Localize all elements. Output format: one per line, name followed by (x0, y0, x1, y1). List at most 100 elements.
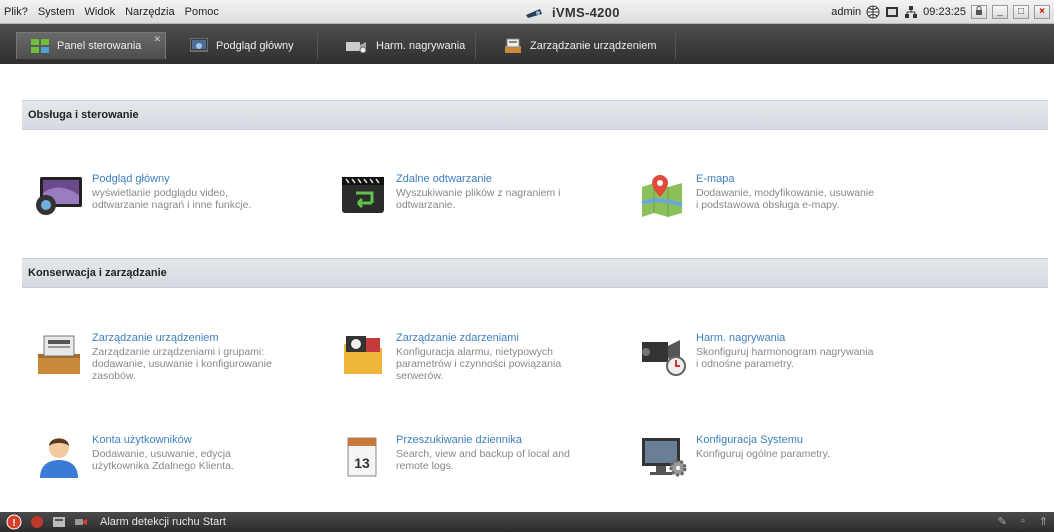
tab-device-management[interactable]: Zarządzanie urządzeniem (490, 32, 676, 59)
screen-icon[interactable] (885, 5, 899, 19)
alarm-sound-icon[interactable] (30, 515, 44, 529)
item-desc-line: Skonfiguruj harmonogram nagrywania (696, 346, 874, 358)
item-desc-line: Search, view and backup of local and (396, 448, 570, 460)
tab-label: Podgląd główny (216, 39, 294, 52)
motion-detection-icon (75, 519, 87, 525)
close-button[interactable]: × (1034, 5, 1050, 19)
item-device-management[interactable]: Zarządzanie urządzeniem Zarządzanie urzą… (34, 332, 314, 382)
monitor-camera-icon (36, 177, 82, 215)
pin-icon[interactable]: ✎ (998, 515, 1007, 528)
playback-icon (342, 177, 384, 213)
tab-label: Zarządzanie urządzeniem (530, 39, 657, 52)
item-text: Konfiguracja Systemu Konfiguruj ogólne p… (696, 434, 830, 478)
username: admin (831, 6, 862, 18)
app-title-area: iVMS-4200 (524, 0, 620, 24)
section-header-operation: Obsługa i sterowanie (22, 100, 1048, 130)
item-text: Podgląd główny wyświetlanie podglądu vid… (92, 173, 251, 217)
network-icon[interactable] (904, 5, 918, 19)
item-text: Przeszukiwanie dziennika Search, view an… (396, 434, 570, 478)
clock: 09:23:25 (923, 6, 966, 18)
alarm-list-icon[interactable] (52, 515, 66, 529)
tab-label: Harm. nagrywania (376, 39, 466, 52)
item-e-map[interactable]: E-mapa Dodawanie, modyfikowanie, usuwani… (638, 173, 918, 217)
item-title[interactable]: Harm. nagrywania (696, 332, 873, 344)
menu-help[interactable]: Pomoc (185, 6, 219, 18)
event-folder-icon (344, 336, 382, 374)
item-desc-line: wyświetlanie podglądu video, (92, 187, 229, 199)
top-right-controls: admin 09:23:25 _ □ × (831, 0, 1050, 24)
item-desc-line: użytkownika Zdalnego Klienta. (92, 460, 234, 472)
item-title[interactable]: Konfiguracja Systemu (696, 434, 830, 446)
device-management-icon (505, 38, 521, 53)
item-system-config[interactable]: Konfiguracja Systemu Konfiguruj ogólne p… (638, 434, 918, 478)
menu-system[interactable]: System (38, 6, 75, 18)
window-icon[interactable]: ▫ (1021, 515, 1025, 528)
close-tab-icon[interactable]: ✕ (153, 34, 161, 45)
item-text: Zarządzanie zdarzeniami Konfiguracja ala… (396, 332, 561, 382)
calendar-log-icon: 13 (347, 437, 377, 477)
maximize-button[interactable]: □ (1013, 5, 1029, 19)
app-title: iVMS-4200 (552, 4, 620, 20)
item-title[interactable]: Konta użytkowników (92, 434, 234, 446)
item-log-search[interactable]: 13 Przeszukiwanie dziennika Search, view… (338, 434, 618, 478)
section-header-maintenance: Konserwacja i zarządzanie (22, 258, 1048, 288)
tab-bar: Panel sterowania ✕ Podgląd główny Harm. … (0, 24, 1054, 64)
item-text: Konta użytkowników Dodawanie, usuwanie, … (92, 434, 234, 478)
status-message: Alarm detekcji ruchu Start (100, 516, 226, 528)
tab-control-panel[interactable]: Panel sterowania ✕ (16, 32, 166, 59)
alarm-warning-icon[interactable]: ! (6, 514, 22, 530)
item-user-accounts[interactable]: Konta użytkowników Dodawanie, usuwanie, … (34, 434, 314, 478)
item-title[interactable]: E-mapa (696, 173, 874, 185)
item-desc-line: Konfiguruj ogólne parametry. (696, 448, 831, 460)
item-record-schedule[interactable]: Harm. nagrywania Skonfiguruj harmonogram… (638, 332, 918, 376)
status-bar: ! Alarm detekcji ruchu Start ✎ ▫ ⇑ (0, 512, 1054, 532)
item-desc-line: remote logs. (396, 460, 454, 472)
record-schedule-icon (346, 41, 367, 53)
item-desc-line: i podstawowa obsługa e-mapy. (696, 199, 840, 211)
item-title[interactable]: Zarządzanie zdarzeniami (396, 332, 561, 344)
calendar-day: 13 (354, 455, 370, 471)
globe-icon[interactable] (866, 5, 880, 19)
main-menu: Plik? System Widok Narzędzia Pomoc (4, 0, 229, 24)
menu-file[interactable]: Plik? (4, 6, 28, 18)
item-live-view[interactable]: Podgląd główny wyświetlanie podglądu vid… (34, 173, 314, 217)
device-box-icon (38, 335, 80, 374)
item-text: Harm. nagrywania Skonfiguruj harmonogram… (696, 332, 873, 376)
item-text: Zdalne odtwarzanie Wyszukiwanie plików z… (396, 173, 560, 217)
item-remote-playback[interactable]: Zdalne odtwarzanie Wyszukiwanie plików z… (338, 173, 618, 217)
item-text: Zarządzanie urządzeniem Zarządzanie urzą… (92, 332, 272, 382)
item-title[interactable]: Zdalne odtwarzanie (396, 173, 560, 185)
menu-view[interactable]: Widok (85, 6, 116, 18)
item-desc-line: Konfiguracja alarmu, nietypowych (396, 346, 553, 358)
expand-icon[interactable]: ⇑ (1039, 515, 1048, 528)
menu-tools[interactable]: Narzędzia (125, 6, 175, 18)
lock-button[interactable] (971, 5, 987, 19)
tab-live-view[interactable]: Podgląd główny (176, 32, 318, 59)
item-desc-line: zasobów. (92, 370, 136, 382)
user-icon (40, 438, 78, 478)
live-view-icon (190, 37, 208, 51)
item-title[interactable]: Podgląd główny (92, 173, 251, 185)
item-desc-line: Zarządzanie urządzeniami i grupami: (92, 346, 265, 358)
dashboard-icon (31, 39, 49, 53)
svg-text:!: ! (12, 518, 15, 529)
item-desc-line: Wyszukiwanie plików z nagraniem i (396, 187, 561, 199)
system-config-icon (642, 438, 687, 477)
item-event-management[interactable]: Zarządzanie zdarzeniami Konfiguracja ala… (338, 332, 618, 382)
video-camera-clock-icon (642, 340, 686, 376)
minimize-button[interactable]: _ (992, 5, 1008, 19)
lock-icon (976, 6, 982, 15)
item-title[interactable]: Przeszukiwanie dziennika (396, 434, 570, 446)
item-desc-line: dodawanie, usuwanie i konfigurowanie (92, 358, 272, 370)
app-logo-icon (526, 9, 542, 18)
item-desc-line: i odnośne parametry. (696, 358, 794, 370)
item-desc-line: Dodawanie, modyfikowanie, usuwanie (696, 187, 875, 199)
tab-record-schedule[interactable]: Harm. nagrywania (332, 32, 476, 59)
item-desc-line: Dodawanie, usuwanie, edycja (92, 448, 231, 460)
map-icon (641, 175, 683, 217)
item-desc-line: odtwarzanie. (396, 199, 456, 211)
menu-bar: Plik? System Widok Narzędzia Pomoc iVMS-… (0, 0, 1054, 24)
item-title[interactable]: Zarządzanie urządzeniem (92, 332, 272, 344)
control-panel-content: Obsługa i sterowanie Podgląd główny wyśw… (8, 64, 1048, 512)
item-desc-line: odtwarzanie nagrań i inne funkcje. (92, 199, 252, 211)
